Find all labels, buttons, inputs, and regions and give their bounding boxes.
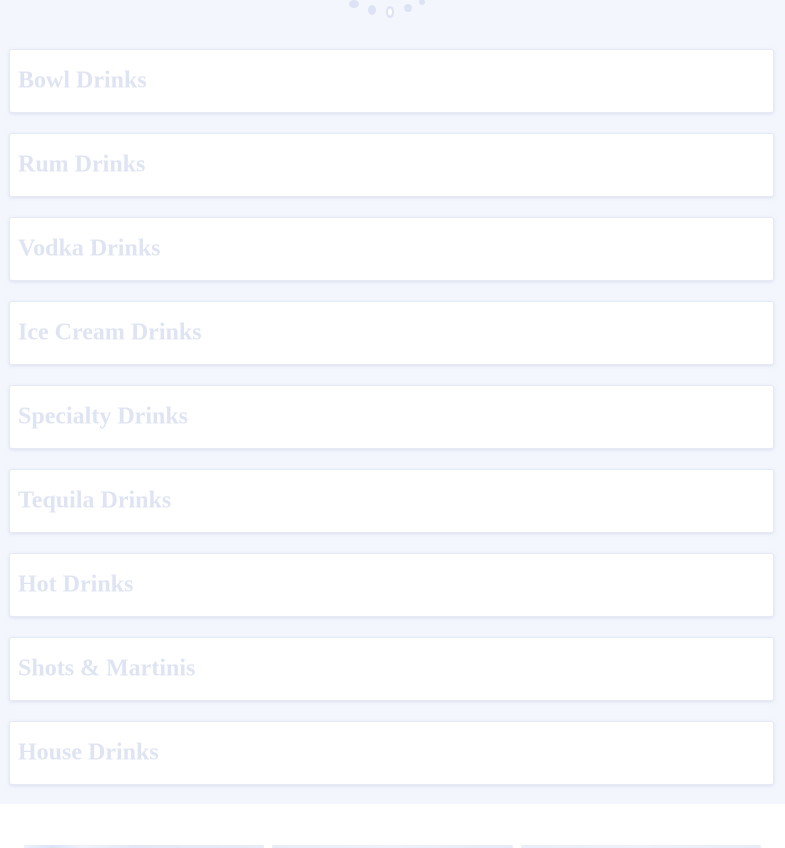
menu-category-label: Rum Drinks: [18, 151, 146, 178]
menu-category-rum-drinks[interactable]: Rum Drinks: [9, 133, 774, 197]
menu-category-label: Shots & Martinis: [18, 655, 196, 682]
menu-category-hot-drinks[interactable]: Hot Drinks: [9, 553, 774, 617]
menu-category-label: Ice Cream Drinks: [18, 319, 202, 346]
loading-spinner-icon: [336, 0, 446, 20]
menu-category-label: Tequila Drinks: [18, 487, 172, 514]
menu-category-label: Bowl Drinks: [18, 67, 147, 94]
photo-gallery: [0, 804, 785, 848]
menu-category-label: Specialty Drinks: [18, 403, 189, 430]
menu-category-label: Hot Drinks: [18, 571, 134, 598]
menu-category-specialty-drinks[interactable]: Specialty Drinks: [9, 385, 774, 449]
menu-category-shots-martinis[interactable]: Shots & Martinis: [9, 637, 774, 701]
menu-category-house-drinks[interactable]: House Drinks: [9, 721, 774, 785]
menu-category-tequila-drinks[interactable]: Tequila Drinks: [9, 469, 774, 533]
menu-category-bowl-drinks[interactable]: Bowl Drinks: [9, 49, 774, 113]
menu-category-label: Vodka Drinks: [18, 235, 161, 262]
menu-category-vodka-drinks[interactable]: Vodka Drinks: [9, 217, 774, 281]
drink-menu-section: Bowl Drinks Rum Drinks Vodka Drinks Ice …: [0, 0, 785, 804]
menu-category-ice-cream-drinks[interactable]: Ice Cream Drinks: [9, 301, 774, 365]
menu-category-label: House Drinks: [18, 739, 159, 766]
